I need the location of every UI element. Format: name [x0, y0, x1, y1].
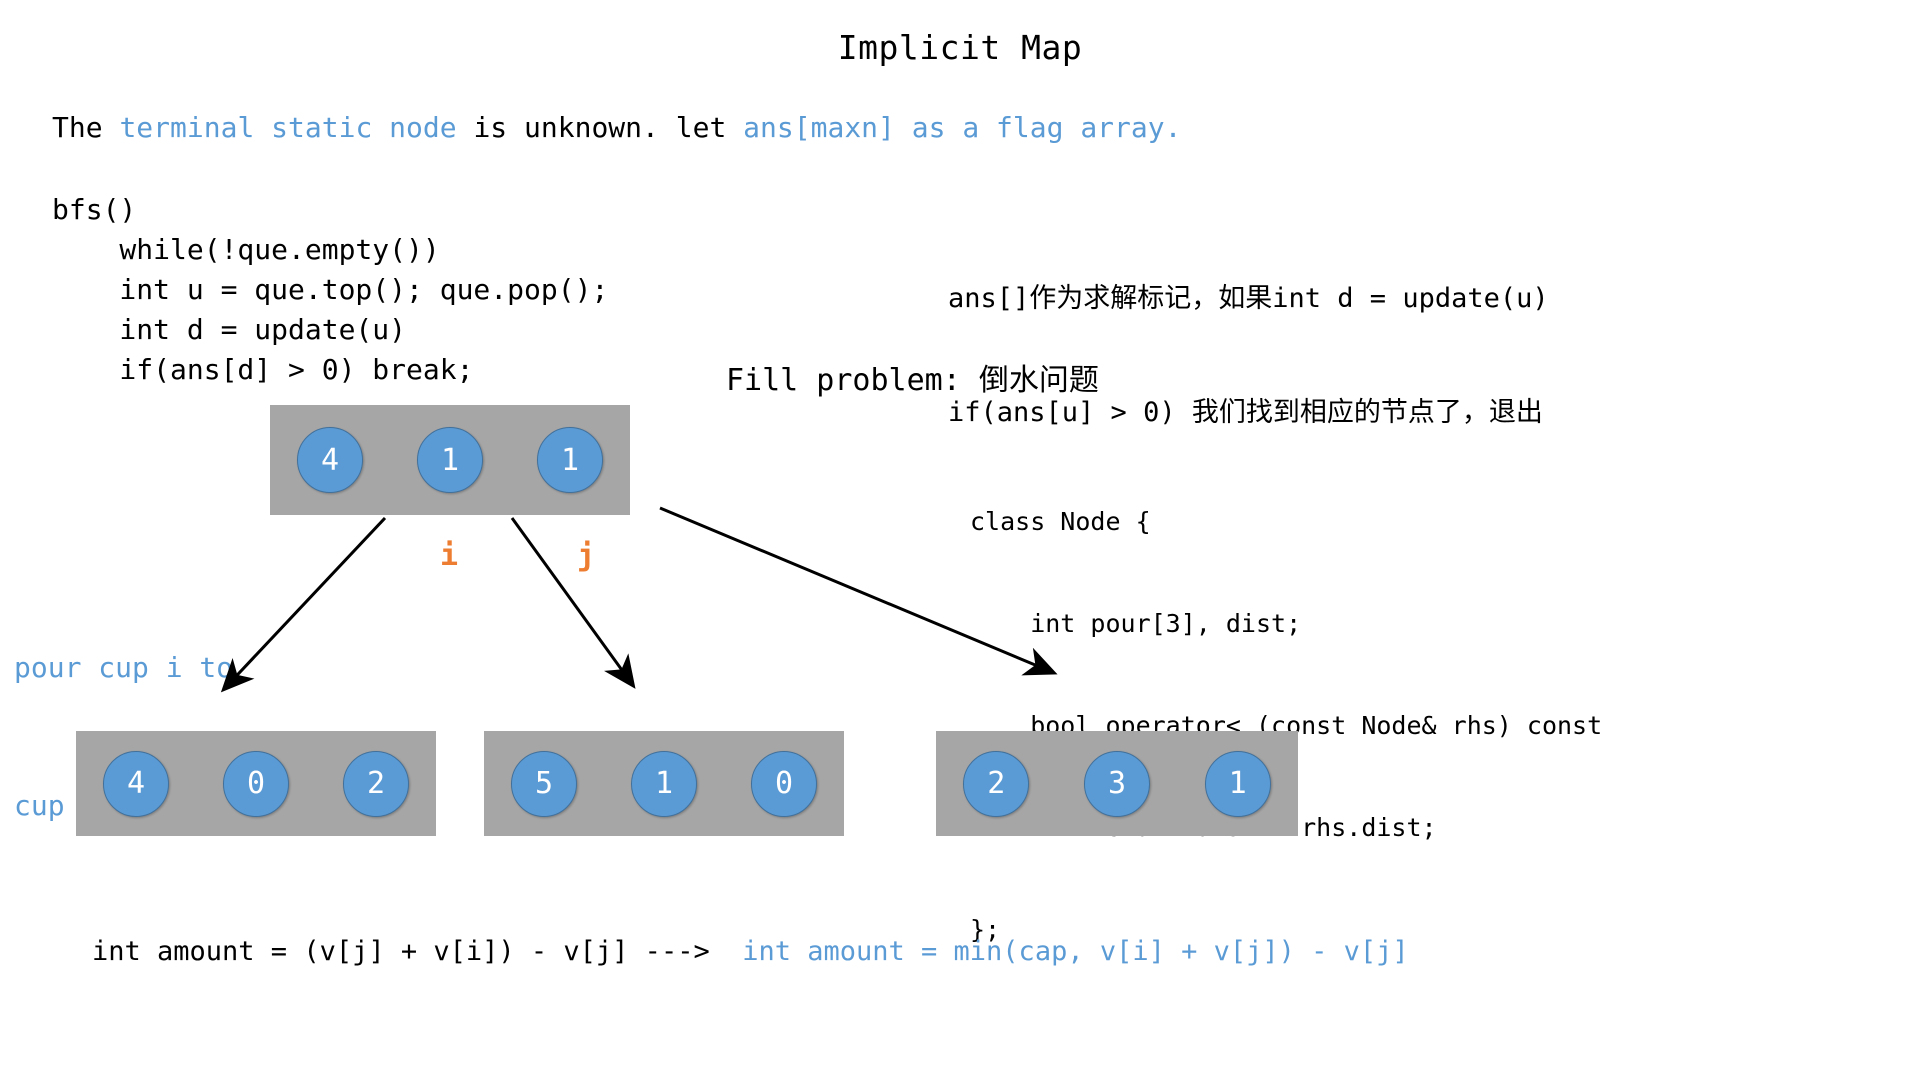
cup-circle: 0 — [751, 750, 817, 817]
index-marker-j: j — [577, 538, 596, 573]
fill-problem-heading-cn: 倒水问题 — [960, 363, 1099, 398]
bfs-code-line: int u = que.top(); que.pop(); — [52, 273, 609, 306]
cup-row-result-1: 4 0 2 — [76, 731, 436, 836]
intro-line-1: The terminal static node is unknown. let… — [52, 108, 1181, 148]
bfs-code-line: while(!que.empty()) — [52, 233, 440, 266]
cup-circle: 2 — [963, 750, 1030, 817]
intro-text-terminal-static-node: terminal static node — [119, 111, 457, 144]
pour-cup-label-line: pour cup i to — [14, 651, 234, 684]
node-class-code-block: class Node { int pour[3], dist; bool ope… — [970, 437, 1602, 1015]
node-class-code-line: class Node { — [970, 507, 1151, 536]
node-class-code-line: int pour[3], dist; — [970, 609, 1302, 638]
cup-circle: 1 — [1204, 750, 1271, 817]
intro-text-is-unknown: is unknown. let — [456, 111, 744, 144]
fill-problem-heading: Fill problem: 倒水问题 — [726, 355, 1099, 399]
page-title: Implicit Map — [837, 28, 1083, 67]
cup-circle: 4 — [297, 427, 363, 493]
cup-circle: 3 — [1083, 750, 1150, 817]
cup-circle: 0 — [223, 750, 289, 817]
chinese-annotation-line: if(ans[u] > 0) 我们找到相应的节点了，退出 — [948, 397, 1543, 428]
intro-text-ans-flag-array: ans[maxn] as a flag array. — [743, 111, 1182, 144]
intro-text-the: The — [52, 111, 120, 144]
bfs-pseudocode-block: bfs() while(!que.empty()) int u = que.to… — [52, 190, 608, 390]
fill-problem-heading-en: Fill problem: — [726, 363, 961, 398]
intro-paragraph: The terminal static node is unknown. let… — [52, 108, 1181, 148]
cup-circle: 1 — [417, 427, 483, 493]
cup-row-initial-state: 4 1 1 — [270, 405, 630, 515]
index-marker-i: i — [440, 538, 459, 573]
cup-circle: 2 — [343, 750, 409, 817]
cup-circle: 4 — [103, 750, 169, 817]
bfs-code-line: if(ans[d] > 0) break; — [52, 353, 474, 386]
cup-circle: 1 — [631, 750, 697, 817]
arrow-to-state-1 — [220, 516, 387, 693]
cup-circle: 1 — [537, 427, 603, 493]
cup-row-result-3: 2 3 1 — [936, 731, 1298, 836]
slide-canvas: Implicit Map The terminal static node is… — [0, 0, 1920, 1080]
amount-formula: int amount = (v[j] + v[i]) - v[j] ---> i… — [92, 936, 1409, 967]
bfs-code-line: int d = update(u) — [52, 313, 407, 346]
cup-circle: 5 — [511, 750, 577, 817]
cup-row-result-2: 5 1 0 — [484, 731, 844, 836]
amount-formula-corrected: int amount = min(cap, v[i] + v[j]) - v[j… — [742, 936, 1409, 967]
arrow-to-state-2 — [510, 517, 636, 689]
bfs-code-line: bfs() — [52, 193, 137, 226]
chinese-annotation-line: ans[]作为求解标记，如果int d = update(u) — [948, 283, 1549, 314]
transition-arrows — [220, 506, 1058, 693]
amount-formula-naive: int amount = (v[j] + v[i]) - v[j] ---> — [92, 936, 743, 967]
